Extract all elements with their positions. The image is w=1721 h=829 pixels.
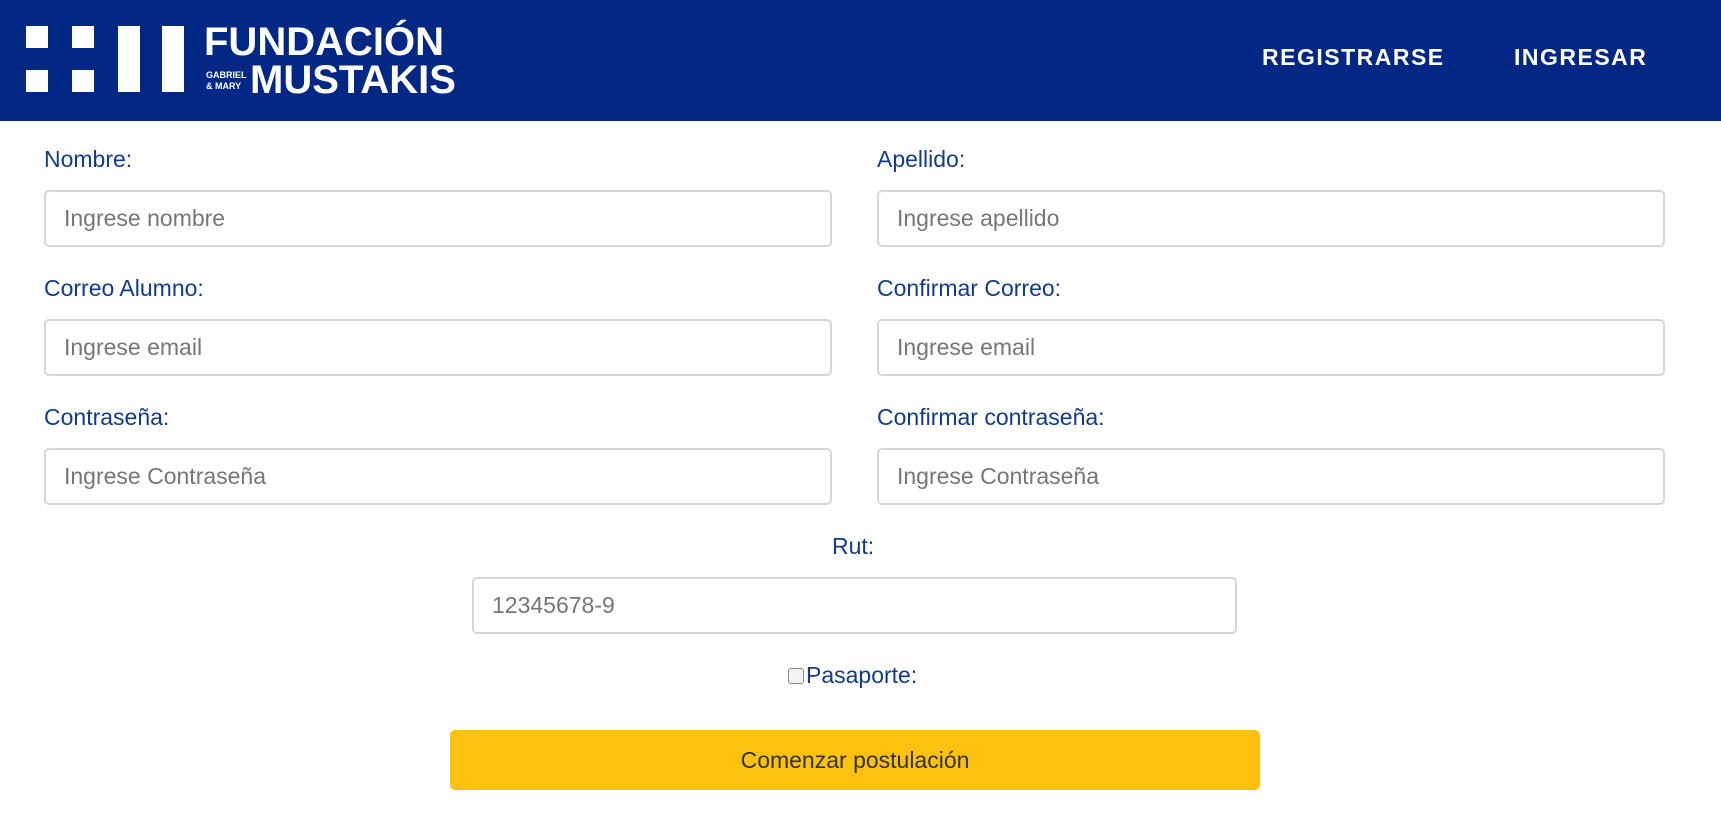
pasaporte-label: Pasaporte: [806,662,918,688]
email-field[interactable] [44,319,832,376]
rut-input[interactable] [472,577,1237,634]
apellido-label: Apellido: [877,146,966,172]
site-header: FUNDACIÓN GABRIEL & MARY MUSTAKIS REGIST… [0,0,1721,121]
logo-text-gabriel: GABRIEL [206,70,247,80]
nombre-label: Nombre: [44,146,133,172]
logo-text-mary: & MARY [206,81,242,91]
nombre-input[interactable] [44,190,832,247]
logo-mark-icon [26,26,186,94]
confirmar-correo-label: Confirmar Correo: [877,275,1062,301]
apellido-input[interactable] [877,190,1665,247]
contrasena-label: Contraseña: [44,404,170,430]
confirmar-contrasena-label: Confirmar contraseña: [877,404,1105,430]
fundacion-mustakis-logo[interactable]: FUNDACIÓN GABRIEL & MARY MUSTAKIS [26,20,456,102]
comenzar-postulacion-button[interactable]: Comenzar postulación [450,730,1260,790]
password-field[interactable] [44,448,832,505]
correo-label: Correo Alumno: [44,275,204,301]
pasaporte-option[interactable]: Pasaporte: [788,662,917,689]
nav-register-link[interactable]: REGISTRARSE [1262,44,1445,71]
nav-login-link[interactable]: INGRESAR [1514,44,1647,71]
logo-text-gabriel-mary: GABRIEL & MARY [206,70,247,92]
logo-text-mustakis: MUSTAKIS [250,58,456,102]
pasaporte-checkbox[interactable] [788,667,804,684]
rut-label: Rut: [832,533,875,559]
confirm-email-field[interactable] [877,319,1665,376]
confirm-password-field[interactable] [877,448,1665,505]
